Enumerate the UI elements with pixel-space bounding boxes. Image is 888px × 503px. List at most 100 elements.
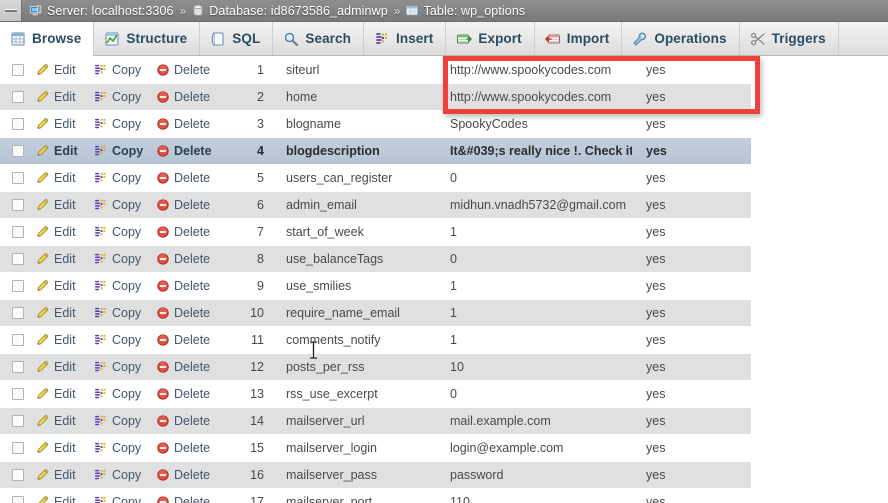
delete-row-button[interactable]: Delete [156, 387, 232, 401]
row-checkbox-cell[interactable] [0, 172, 36, 184]
copy-row-button[interactable]: Copy [94, 306, 156, 320]
row-checkbox[interactable] [12, 118, 24, 130]
table-row[interactable]: Edit Copy Delete 3 blogname SpookyCodes yes [0, 111, 751, 138]
copy-row-button[interactable]: Copy [94, 144, 156, 158]
row-checkbox[interactable] [12, 172, 24, 184]
delete-row-button[interactable]: Delete [156, 63, 232, 77]
delete-row-button[interactable]: Delete [156, 333, 232, 347]
tab-sql[interactable]: SQL [200, 22, 274, 55]
delete-row-button[interactable]: Delete [156, 90, 232, 104]
edit-row-button[interactable]: Edit [36, 333, 94, 347]
copy-row-button[interactable]: Copy [94, 495, 156, 503]
table-row[interactable]: Edit Copy Delete 12 posts_per_rss 10 yes [0, 354, 751, 381]
row-checkbox-cell[interactable] [0, 280, 36, 292]
delete-row-button[interactable]: Delete [156, 468, 232, 482]
row-checkbox-cell[interactable] [0, 199, 36, 211]
row-checkbox[interactable] [12, 199, 24, 211]
row-checkbox-cell[interactable] [0, 253, 36, 265]
tab-structure[interactable]: Structure [94, 22, 201, 55]
edit-row-button[interactable]: Edit [36, 360, 94, 374]
edit-row-button[interactable]: Edit [36, 252, 94, 266]
delete-row-button[interactable]: Delete [156, 171, 232, 185]
delete-row-button[interactable]: Delete [156, 252, 232, 266]
tab-search[interactable]: Search [273, 22, 364, 55]
delete-row-button[interactable]: Delete [156, 117, 232, 131]
edit-row-button[interactable]: Edit [36, 90, 94, 104]
row-checkbox-cell[interactable] [0, 388, 36, 400]
row-checkbox-cell[interactable] [0, 64, 36, 76]
row-checkbox[interactable] [12, 469, 24, 481]
row-checkbox[interactable] [12, 496, 24, 503]
row-checkbox[interactable] [12, 64, 24, 76]
tab-triggers[interactable]: Triggers [740, 22, 839, 55]
copy-row-button[interactable]: Copy [94, 468, 156, 482]
table-row[interactable]: Edit Copy Delete 14 mailserver_url mail.examp… [0, 408, 751, 435]
delete-row-button[interactable]: Delete [156, 495, 232, 503]
back-button[interactable] [0, 0, 22, 21]
edit-row-button[interactable]: Edit [36, 441, 94, 455]
table-row[interactable]: Edit Copy Delete 7 start_of_week 1 yes [0, 219, 751, 246]
delete-row-button[interactable]: Delete [156, 306, 232, 320]
edit-row-button[interactable]: Edit [36, 225, 94, 239]
copy-row-button[interactable]: Copy [94, 252, 156, 266]
row-checkbox[interactable] [12, 226, 24, 238]
edit-row-button[interactable]: Edit [36, 387, 94, 401]
breadcrumb-item-1[interactable]: Server: localhost:3306 [29, 4, 174, 18]
edit-row-button[interactable]: Edit [36, 468, 94, 482]
table-row[interactable]: Edit Copy Delete 4 blogdescription It&#039;s … [0, 138, 751, 165]
table-row[interactable]: Edit Copy Delete 9 use_smilies 1 yes [0, 273, 751, 300]
table-row[interactable]: Edit Copy Delete 10 require_name_email 1 yes [0, 300, 751, 327]
copy-row-button[interactable]: Copy [94, 171, 156, 185]
copy-row-button[interactable]: Copy [94, 90, 156, 104]
table-row[interactable]: Edit Copy Delete 8 use_balanceTags 0 yes [0, 246, 751, 273]
tab-operations[interactable]: Operations [622, 22, 740, 55]
table-row[interactable]: Edit Copy Delete 5 users_can_register 0 yes [0, 165, 751, 192]
row-checkbox[interactable] [12, 253, 24, 265]
row-checkbox[interactable] [12, 280, 24, 292]
tab-import[interactable]: Import [535, 22, 623, 55]
row-checkbox-cell[interactable] [0, 334, 36, 346]
row-checkbox-cell[interactable] [0, 442, 36, 454]
edit-row-button[interactable]: Edit [36, 279, 94, 293]
row-checkbox-cell[interactable] [0, 91, 36, 103]
copy-row-button[interactable]: Copy [94, 63, 156, 77]
delete-row-button[interactable]: Delete [156, 414, 232, 428]
copy-row-button[interactable]: Copy [94, 198, 156, 212]
copy-row-button[interactable]: Copy [94, 117, 156, 131]
copy-row-button[interactable]: Copy [94, 279, 156, 293]
breadcrumb-item-3[interactable]: Table: wp_options [405, 4, 525, 18]
delete-row-button[interactable]: Delete [156, 225, 232, 239]
edit-row-button[interactable]: Edit [36, 171, 94, 185]
edit-row-button[interactable]: Edit [36, 495, 94, 503]
row-checkbox[interactable] [12, 145, 24, 157]
edit-row-button[interactable]: Edit [36, 144, 94, 158]
table-row[interactable]: Edit Copy Delete 1 siteurl http://www.spookyc… [0, 57, 751, 84]
table-row[interactable]: Edit Copy Delete 2 home http://www.spookycode… [0, 84, 751, 111]
row-checkbox[interactable] [12, 388, 24, 400]
delete-row-button[interactable]: Delete [156, 279, 232, 293]
row-checkbox[interactable] [12, 442, 24, 454]
row-checkbox-cell[interactable] [0, 361, 36, 373]
tab-insert[interactable]: Insert [364, 22, 447, 55]
table-row[interactable]: Edit Copy Delete 11 comments_notify 1 yes [0, 327, 751, 354]
copy-row-button[interactable]: Copy [94, 441, 156, 455]
row-checkbox-cell[interactable] [0, 226, 36, 238]
breadcrumb-item-2[interactable]: Database: id8673586_adminwp [191, 4, 388, 18]
copy-row-button[interactable]: Copy [94, 333, 156, 347]
row-checkbox-cell[interactable] [0, 307, 36, 319]
edit-row-button[interactable]: Edit [36, 306, 94, 320]
copy-row-button[interactable]: Copy [94, 225, 156, 239]
row-checkbox-cell[interactable] [0, 145, 36, 157]
copy-row-button[interactable]: Copy [94, 414, 156, 428]
tab-browse[interactable]: Browse [0, 22, 95, 56]
row-checkbox-cell[interactable] [0, 469, 36, 481]
row-checkbox[interactable] [12, 334, 24, 346]
row-checkbox-cell[interactable] [0, 496, 36, 503]
copy-row-button[interactable]: Copy [94, 360, 156, 374]
delete-row-button[interactable]: Delete [156, 198, 232, 212]
delete-row-button[interactable]: Delete [156, 360, 232, 374]
edit-row-button[interactable]: Edit [36, 63, 94, 77]
table-row[interactable]: Edit Copy Delete 13 rss_use_excerpt 0 yes [0, 381, 751, 408]
edit-row-button[interactable]: Edit [36, 198, 94, 212]
copy-row-button[interactable]: Copy [94, 387, 156, 401]
